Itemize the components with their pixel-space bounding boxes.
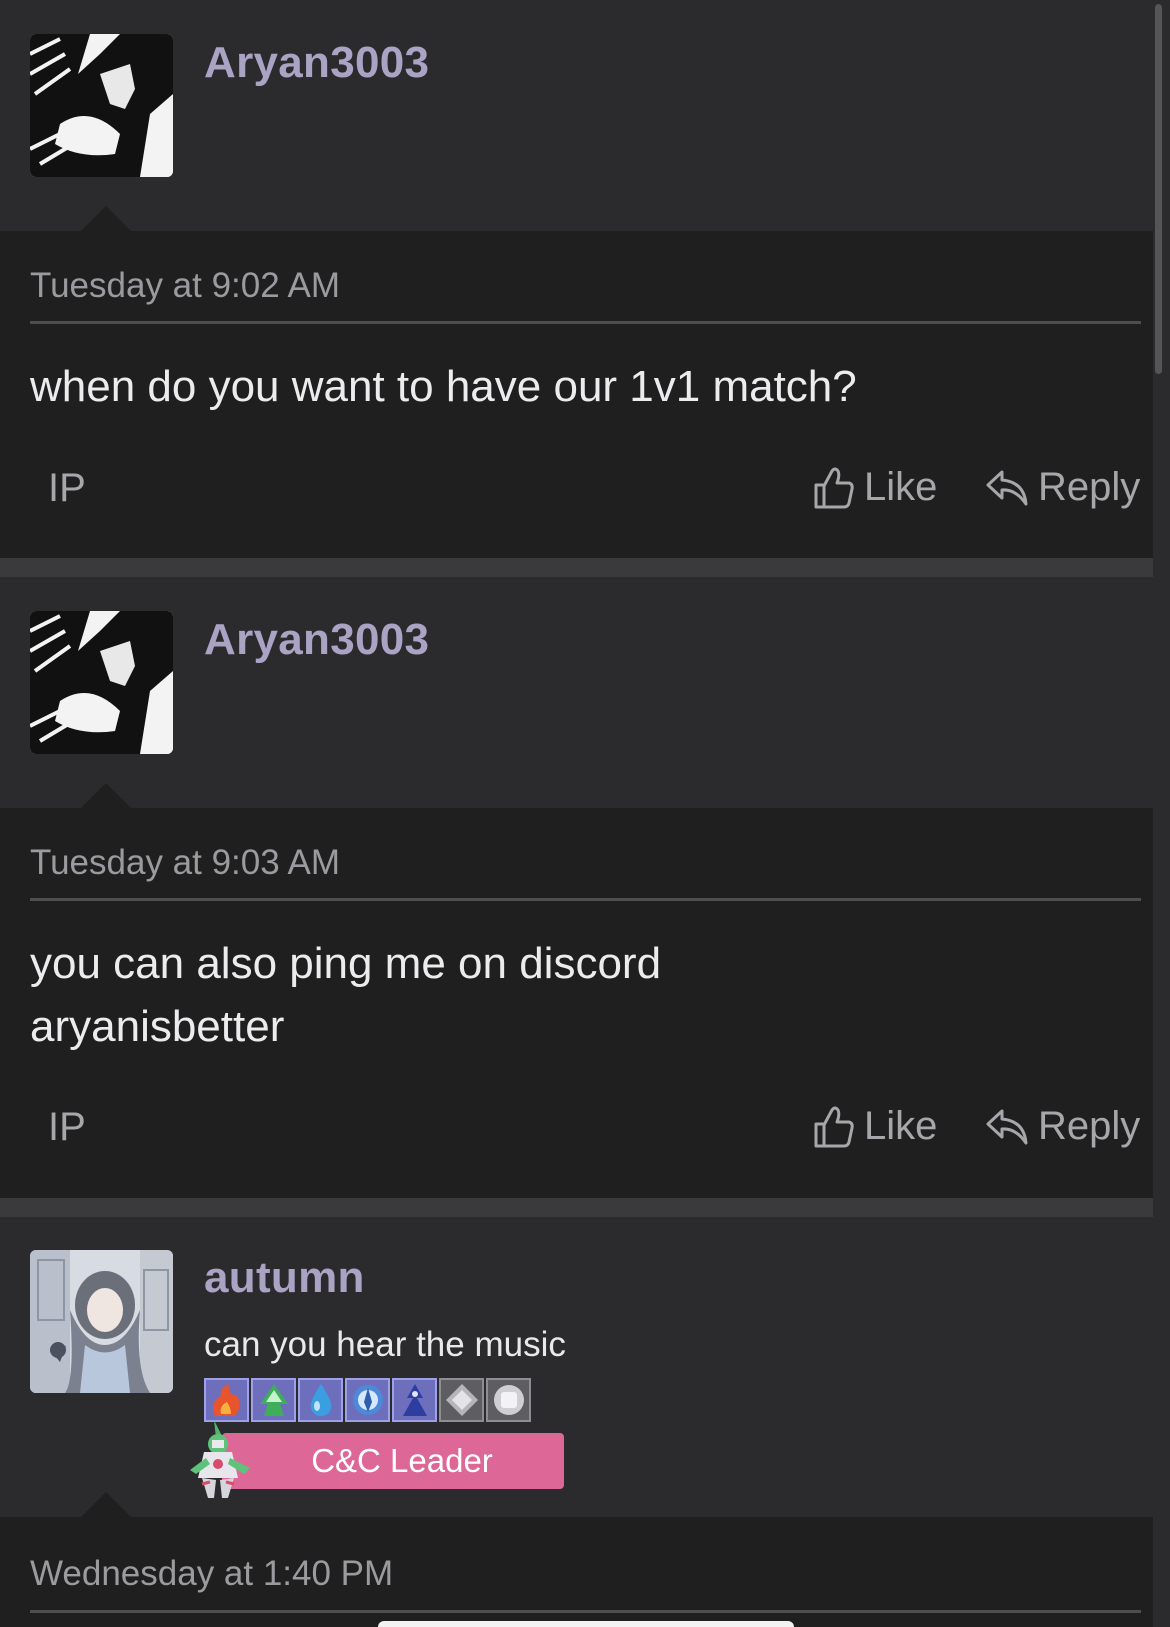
username[interactable]: Aryan3003 xyxy=(204,38,429,88)
manga-character-avatar-icon xyxy=(30,611,173,754)
header-pointer xyxy=(80,783,132,809)
ip-button[interactable]: IP xyxy=(48,466,86,511)
gallade-sprite-icon xyxy=(186,1418,256,1500)
post: Aryan3003 Tuesday at 9:03 AM you can als… xyxy=(0,577,1153,1198)
post-header: Aryan3003 xyxy=(0,0,1153,232)
reply-button[interactable]: Reply xyxy=(986,465,1140,510)
ip-button[interactable]: IP xyxy=(48,1105,86,1150)
post-timestamp[interactable]: Tuesday at 9:02 AM xyxy=(30,266,340,306)
like-button[interactable]: Like xyxy=(814,465,937,510)
normal-badge-icon xyxy=(486,1378,531,1422)
reply-button[interactable]: Reply xyxy=(986,1104,1140,1149)
anime-girl-avatar-icon xyxy=(30,1250,173,1393)
manga-character-avatar-icon xyxy=(30,34,173,177)
thumbs-up-icon xyxy=(814,467,854,508)
home-indicator[interactable] xyxy=(378,1621,794,1627)
divider xyxy=(30,898,1141,901)
user-avatar[interactable] xyxy=(30,1250,173,1393)
user-avatar[interactable] xyxy=(30,34,173,177)
thumbs-up-icon xyxy=(814,1106,854,1147)
thread-feed: Aryan3003 Tuesday at 9:02 AM when do you… xyxy=(0,0,1170,1627)
post-timestamp[interactable]: Tuesday at 9:03 AM xyxy=(30,843,340,883)
like-label: Like xyxy=(864,1104,938,1148)
role-badge: C&C Leader xyxy=(222,1433,564,1489)
post-header: autumn xyxy=(0,1217,1153,1518)
badge-row xyxy=(204,1378,531,1422)
reply-arrow-icon xyxy=(986,1109,1028,1144)
message-line: aryanisbetter xyxy=(30,1002,285,1051)
like-label: Like xyxy=(864,465,938,509)
header-pointer xyxy=(80,1492,132,1518)
leaf-badge-icon xyxy=(251,1378,296,1422)
reply-label: Reply xyxy=(1038,1104,1141,1148)
like-button[interactable]: Like xyxy=(814,1104,937,1149)
message-line: you can also ping me on discord xyxy=(30,939,662,988)
reply-label: Reply xyxy=(1038,465,1141,509)
divider xyxy=(30,321,1141,324)
post-header: Aryan3003 xyxy=(0,577,1153,809)
user-avatar[interactable] xyxy=(30,611,173,754)
post: Aryan3003 Tuesday at 9:02 AM when do you… xyxy=(0,0,1153,558)
header-pointer xyxy=(80,206,132,232)
dragon-badge-icon xyxy=(392,1378,437,1422)
post: autumn Wednesday at 1:40 PM xyxy=(0,1217,1153,1627)
divider xyxy=(30,1610,1141,1613)
username[interactable]: Aryan3003 xyxy=(204,615,429,665)
post-message: when do you want to have our 1v1 match? xyxy=(30,355,857,418)
fire-badge-icon xyxy=(204,1378,249,1422)
username[interactable]: autumn xyxy=(204,1253,365,1303)
reply-arrow-icon xyxy=(986,470,1028,505)
message-line: when do you want to have our 1v1 match? xyxy=(30,362,857,411)
water-drop-badge-icon xyxy=(298,1378,343,1422)
psychic-badge-icon xyxy=(345,1378,390,1422)
post-message: you can also ping me on discord aryanisb… xyxy=(30,932,661,1058)
scrollbar-thumb[interactable] xyxy=(1155,4,1162,374)
post-timestamp[interactable]: Wednesday at 1:40 PM xyxy=(30,1554,393,1594)
steel-badge-icon xyxy=(439,1378,484,1422)
user-title: can you hear the music xyxy=(204,1325,566,1364)
